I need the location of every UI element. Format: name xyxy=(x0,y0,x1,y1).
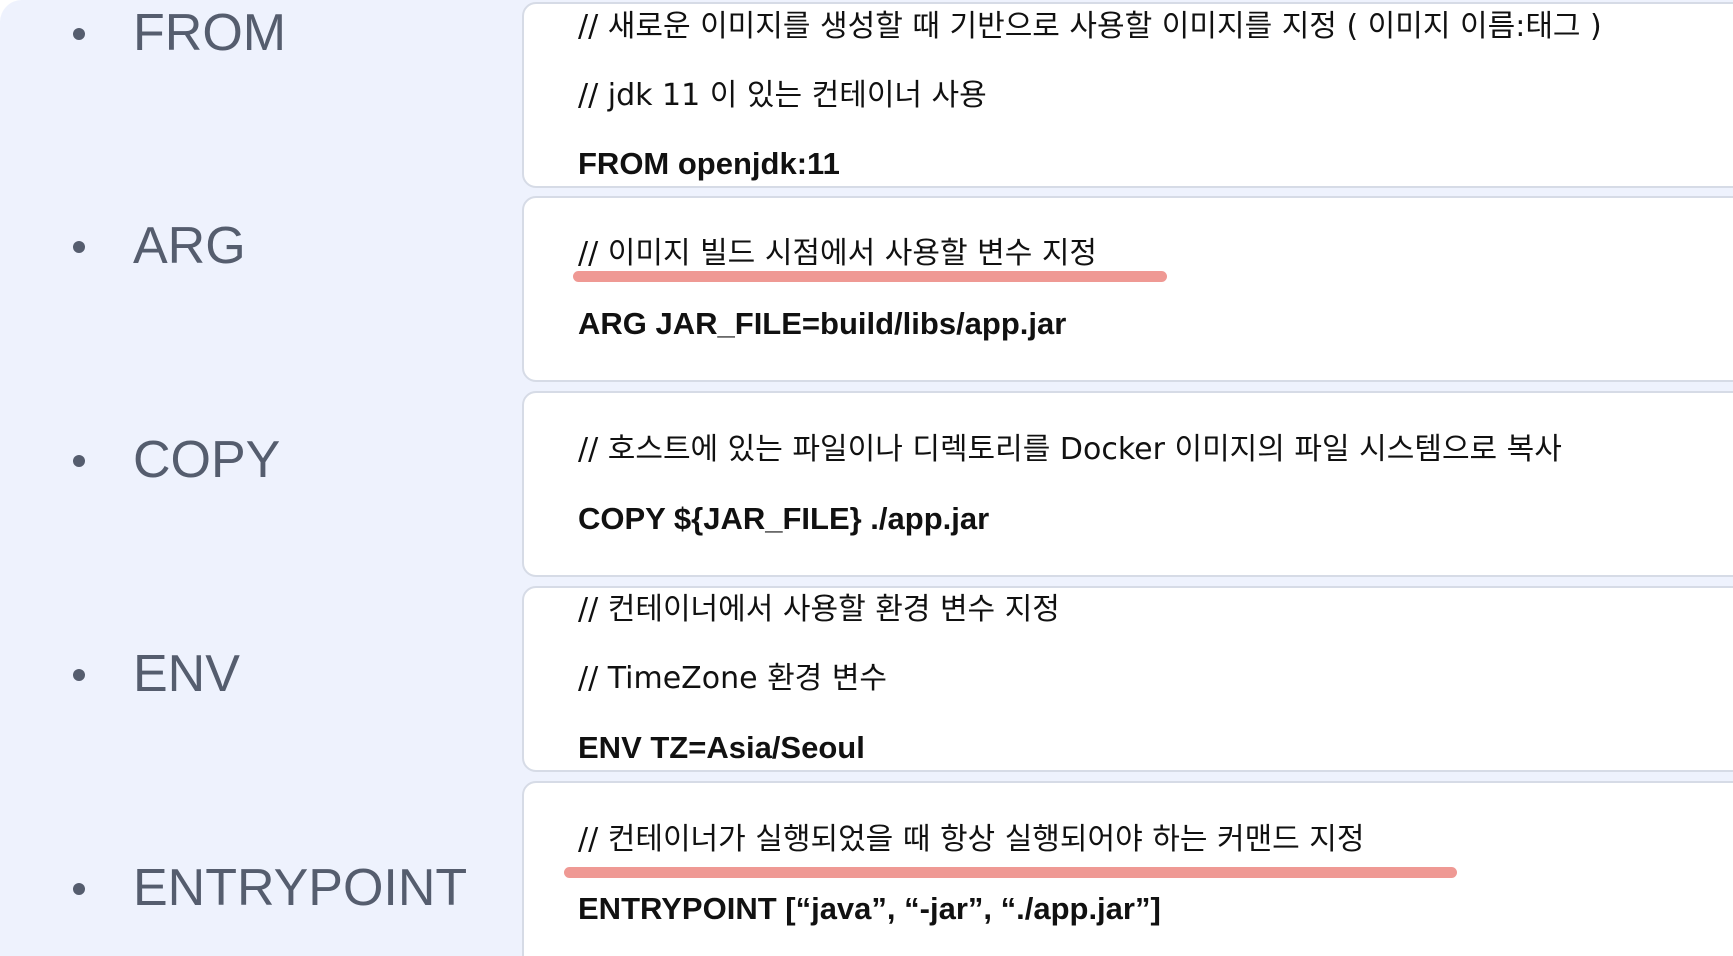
highlight-underline xyxy=(564,867,1457,878)
bullet-label-env: ENV xyxy=(133,645,240,703)
bullet-from: FROM xyxy=(0,3,520,63)
bullet-dot xyxy=(73,28,85,40)
slide-panel: FROM // 새로운 이미지를 생성할 때 기반으로 사용할 이미지를 지정 … xyxy=(0,0,1733,956)
bullet-arg: ARG xyxy=(0,216,520,276)
bullet-env: ENV xyxy=(0,644,520,704)
comment-line: // 새로운 이미지를 생성할 때 기반으로 사용할 이미지를 지정 ( 이미지… xyxy=(578,9,1602,44)
card-arg: // 이미지 빌드 시점에서 사용할 변수 지정 ARG JAR_FILE=bu… xyxy=(522,196,1733,382)
card-entrypoint: // 컨테이너가 실행되었을 때 항상 실행되어야 하는 커맨드 지정 ENTR… xyxy=(522,781,1733,956)
bullet-entrypoint: ENTRYPOINT xyxy=(0,858,520,918)
code-line: ENV TZ=Asia/Seoul xyxy=(578,730,865,765)
comment-line: // TimeZone 환경 변수 xyxy=(578,661,888,696)
code-line: COPY ${JAR_FILE} ./app.jar xyxy=(578,501,990,536)
code-line: ARG JAR_FILE=build/libs/app.jar xyxy=(578,306,1067,341)
bullet-dot xyxy=(73,455,85,467)
card-copy: // 호스트에 있는 파일이나 디렉토리를 Docker 이미지의 파일 시스템… xyxy=(522,391,1733,577)
bullet-dot xyxy=(73,241,85,253)
bullet-dot xyxy=(73,883,85,895)
comment-line: // 컨테이너가 실행되었을 때 항상 실행되어야 하는 커맨드 지정 xyxy=(578,822,1365,857)
comment-line: // 호스트에 있는 파일이나 디렉토리를 Docker 이미지의 파일 시스템… xyxy=(578,432,1562,467)
bullet-copy: COPY xyxy=(0,430,520,490)
code-line: ENTRYPOINT [“java”, “-jar”, “./app.jar”] xyxy=(578,891,1161,926)
card-env: // 컨테이너에서 사용할 환경 변수 지정 // TimeZone 환경 변수… xyxy=(522,586,1733,772)
bullet-dot xyxy=(73,669,85,681)
comment-line: // 컨테이너에서 사용할 환경 변수 지정 xyxy=(578,592,1060,627)
bullet-label-from: FROM xyxy=(133,4,287,62)
code-line: FROM openjdk:11 xyxy=(578,146,840,181)
bullet-label-arg: ARG xyxy=(133,217,246,275)
card-from: // 새로운 이미지를 생성할 때 기반으로 사용할 이미지를 지정 ( 이미지… xyxy=(522,2,1733,188)
comment-line: // 이미지 빌드 시점에서 사용할 변수 지정 xyxy=(578,236,1098,271)
comment-line: // jdk 11 이 있는 컨테이너 사용 xyxy=(578,78,987,113)
highlight-underline xyxy=(573,271,1167,282)
bullet-label-copy: COPY xyxy=(133,431,281,489)
bullet-label-entrypoint: ENTRYPOINT xyxy=(133,859,468,917)
